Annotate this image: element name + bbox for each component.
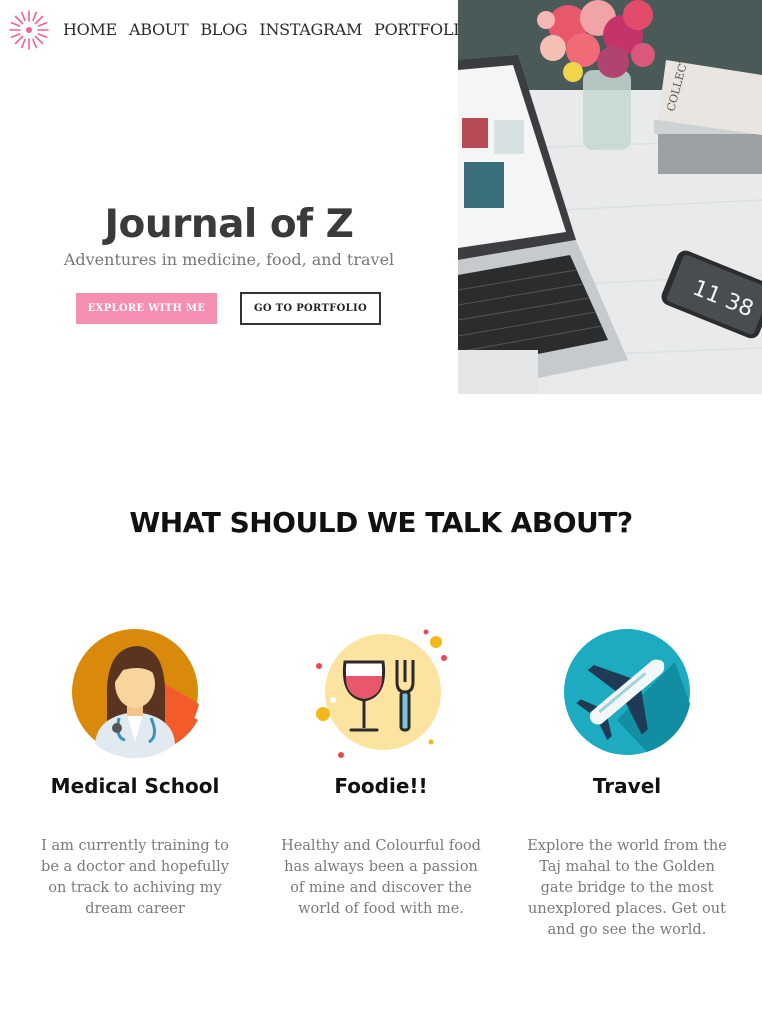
hero-photo: COLLECT 11 38 <box>458 0 762 394</box>
section-title: WHAT SHOULD WE TALK ABOUT? <box>129 506 633 539</box>
explore-button[interactable]: EXPLORE WITH ME <box>76 293 217 324</box>
hero-subtitle: Adventures in medicine, food, and travel <box>63 250 395 269</box>
card-title-travel: Travel <box>592 774 662 798</box>
hero-title: Journal of Z <box>104 202 354 247</box>
doctor-icon <box>72 629 199 759</box>
card-title-medical: Medical School <box>50 774 220 798</box>
card-body-travel: Explore the world from the Taj mahal to … <box>527 838 727 938</box>
topic-card-medical: Medical School I am currently training t… <box>8 620 262 920</box>
card-body-medical: I am currently training to be a doctor a… <box>41 838 229 917</box>
topic-card-food: Foodie!! Healthy and Colourful food has … <box>254 620 508 920</box>
card-title-food: Foodie!! <box>334 774 428 798</box>
portfolio-button[interactable]: GO TO PORTFOLIO <box>240 292 381 325</box>
wine-fork-icon <box>316 629 447 758</box>
topic-card-travel: Travel Explore the world from the Taj ma… <box>500 620 754 941</box>
desk-laptop-photo: COLLECT 11 38 <box>458 0 762 394</box>
magazine-stack: COLLECT <box>654 55 762 174</box>
card-body-food: Healthy and Colourful food has always be… <box>281 838 481 917</box>
airplane-icon <box>564 629 690 755</box>
hero-section: Journal of Z Adventures in medicine, foo… <box>0 0 458 394</box>
